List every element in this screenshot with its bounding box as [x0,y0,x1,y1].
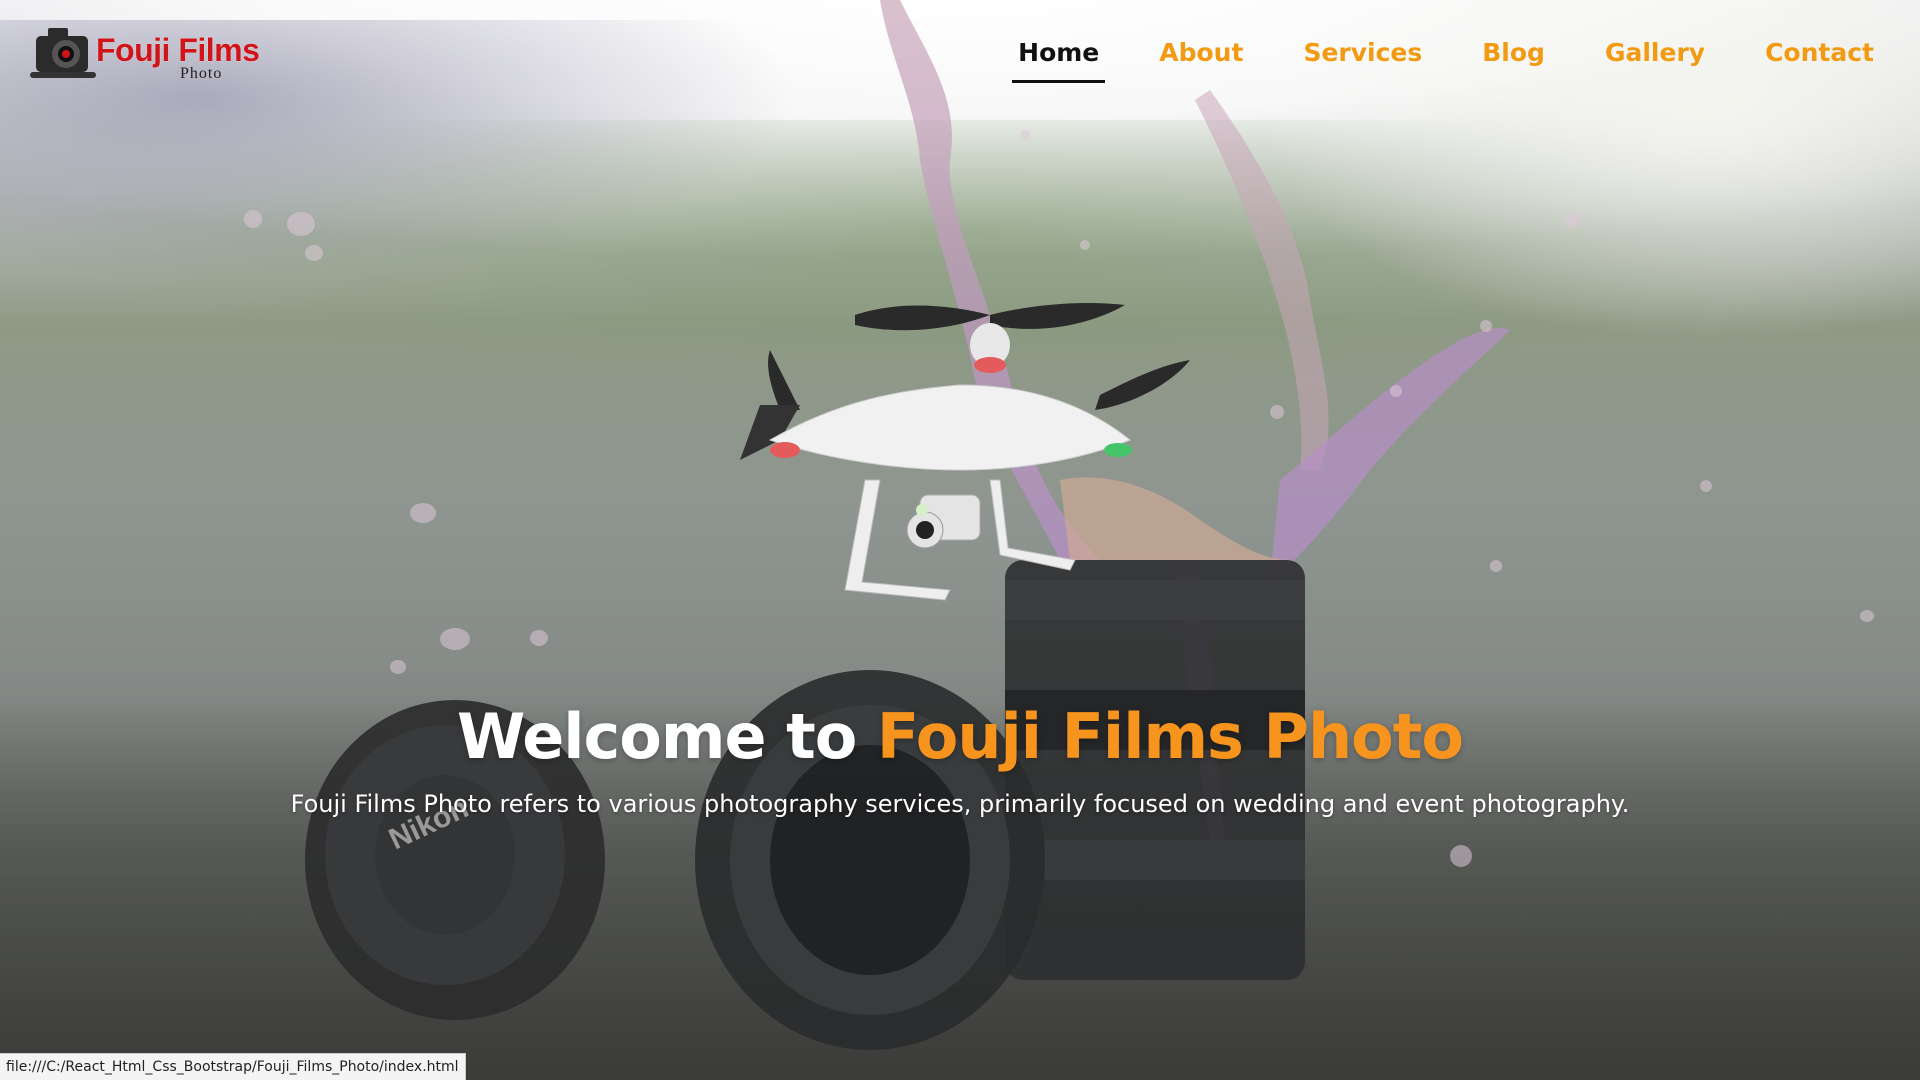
hero-title: Welcome to Fouji Films Photo [0,700,1920,773]
hero-subtitle: Fouji Films Photo refers to various phot… [290,790,1630,818]
nav-blog[interactable]: Blog [1476,38,1551,79]
hero-background: Nikon [0,0,1920,1080]
nav-services[interactable]: Services [1297,38,1428,79]
hero-title-prefix: Welcome to [457,700,857,773]
nav-contact[interactable]: Contact [1759,38,1880,79]
nav-about[interactable]: About [1153,38,1249,79]
logo-subtitle: Photo [180,65,223,82]
logo-title: Fouji Films [96,32,260,68]
site-logo[interactable]: Fouji Films Photo [30,22,265,84]
hero-title-accent: Fouji Films Photo [876,700,1464,773]
camera-logo-icon [30,28,96,78]
nav-gallery[interactable]: Gallery [1599,38,1711,79]
main-nav: Home About Services Blog Gallery Contact [964,38,1880,83]
browser-status-bar: file:///C:/React_Html_Css_Bootstrap/Fouj… [0,1053,466,1080]
nav-home[interactable]: Home [1012,38,1106,83]
drone-image [740,303,1190,601]
